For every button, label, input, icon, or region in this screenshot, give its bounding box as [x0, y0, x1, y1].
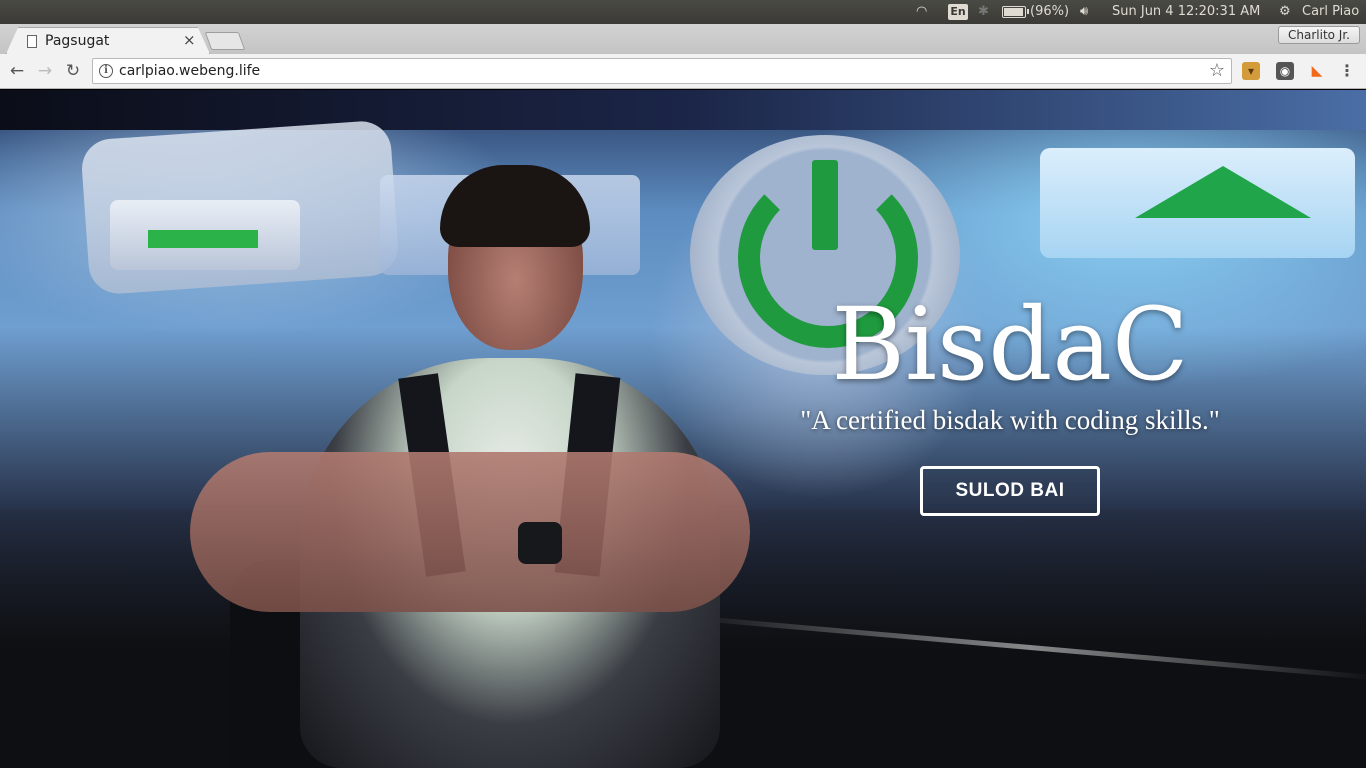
wristwatch: [518, 522, 562, 564]
battery-icon[interactable]: [1002, 6, 1029, 18]
enter-button[interactable]: SULOD BAI: [920, 466, 1100, 516]
page-favicon-icon: [27, 35, 37, 48]
power-icon[interactable]: ⚙: [1279, 0, 1297, 24]
address-bar[interactable]: i carlpiao.webeng.life ☆: [92, 58, 1232, 84]
bluetooth-icon[interactable]: ✱: [978, 0, 990, 24]
extension-icon[interactable]: ▾: [1242, 62, 1260, 80]
battery-percentage: (96%): [1030, 4, 1070, 19]
menu-dots-icon[interactable]: ⋮: [1338, 62, 1356, 80]
hero-title: BisdaC: [831, 286, 1189, 403]
hero-subtitle: "A certified bisdak with coding skills.": [800, 405, 1220, 435]
hero-section: BisdaC "A certified bisdak with coding s…: [760, 285, 1260, 516]
extension-slice-icon[interactable]: ◣: [1308, 62, 1326, 80]
session-user-name[interactable]: Carl Piao: [1302, 0, 1359, 24]
new-tab-button[interactable]: [204, 32, 246, 50]
keyboard-language-indicator[interactable]: En: [948, 4, 968, 20]
background-power-stem: [812, 160, 838, 250]
tab-title: Pagsugat: [45, 33, 110, 49]
background-minus-symbol: [148, 230, 258, 248]
url-text[interactable]: carlpiao.webeng.life: [119, 63, 260, 79]
info-icon[interactable]: i: [99, 64, 113, 78]
browser-tab-strip: Pagsugat × Charlito Jr.: [0, 24, 1366, 54]
forward-arrow-icon[interactable]: →: [34, 60, 56, 82]
reload-icon[interactable]: ↻: [62, 60, 84, 82]
browser-toolbar: ← → ↻ i carlpiao.webeng.life ☆ ▾ ◉ ◣ ⋮: [0, 54, 1366, 89]
profile-name-button[interactable]: Charlito Jr.: [1278, 26, 1360, 44]
background-photo-top: [0, 90, 1366, 130]
background-up-triangle: [1135, 166, 1311, 218]
system-top-panel: ◠ En ✱ (96%) 🔊︎ Sun Jun 4 12:20:31 AM ⚙ …: [0, 0, 1366, 24]
extension-bulb-icon[interactable]: ◉: [1276, 62, 1294, 80]
back-arrow-icon[interactable]: ←: [6, 60, 28, 82]
person-arms: [190, 452, 750, 612]
bookmark-star-icon[interactable]: ☆: [1209, 60, 1225, 81]
system-clock[interactable]: Sun Jun 4 12:20:31 AM: [1112, 0, 1260, 24]
browser-tab[interactable]: Pagsugat ×: [6, 27, 210, 54]
page-viewport: BisdaC "A certified bisdak with coding s…: [0, 90, 1366, 768]
wifi-icon[interactable]: ◠: [916, 0, 936, 24]
volume-icon[interactable]: 🔊︎: [1080, 0, 1100, 24]
close-tab-icon[interactable]: ×: [183, 31, 196, 49]
